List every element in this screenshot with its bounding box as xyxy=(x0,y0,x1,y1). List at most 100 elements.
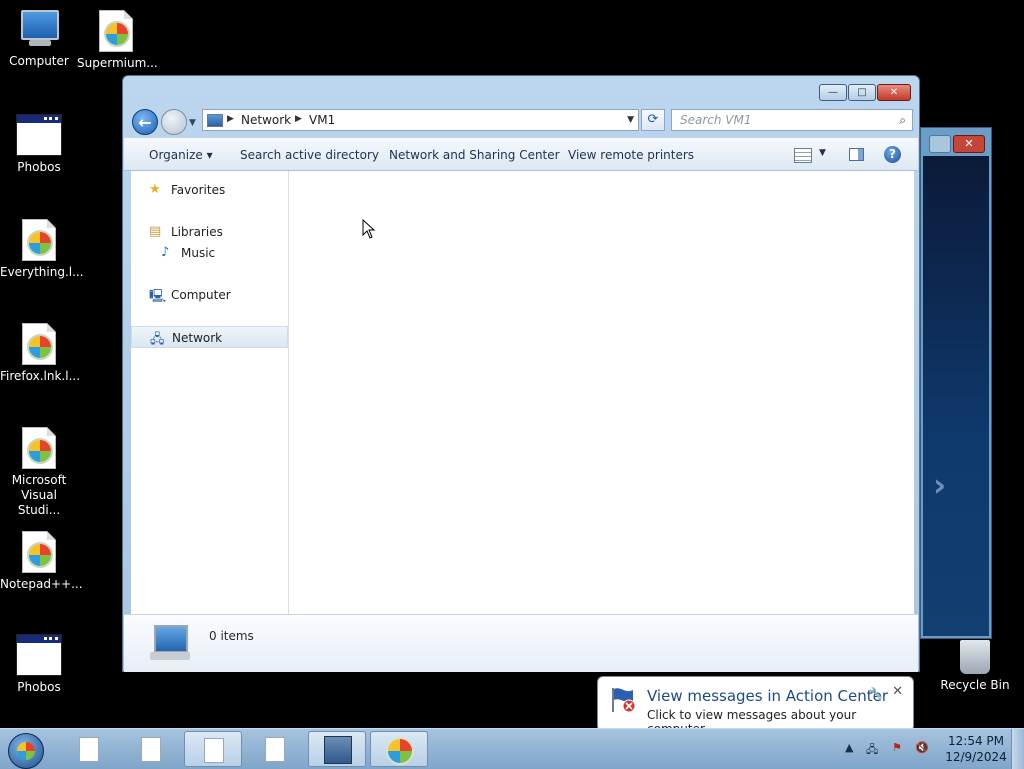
view-remote-printers-button[interactable]: View remote printers xyxy=(568,148,694,162)
file-list-area[interactable] xyxy=(289,171,914,614)
close-icon[interactable]: ✕ xyxy=(892,684,903,699)
taskbar-item-browser[interactable] xyxy=(370,731,428,767)
search-input[interactable]: Search VM1 ⌕ xyxy=(671,109,913,131)
network-icon xyxy=(207,114,223,127)
preview-pane-icon[interactable] xyxy=(849,148,864,161)
maximize-button[interactable]: □ xyxy=(848,84,876,101)
desktop-icon-label: Recycle Bin xyxy=(940,678,1010,692)
close-button[interactable]: ✕ xyxy=(877,84,911,101)
document-icon xyxy=(265,737,285,762)
chevron-right-icon: › xyxy=(933,466,947,504)
action-center-tray-icon[interactable]: ⚑ xyxy=(892,741,902,754)
music-icon: ♪ xyxy=(161,245,170,260)
search-active-directory-button[interactable]: Search active directory xyxy=(240,148,379,162)
nav-item-network[interactable]: 🖧 Network xyxy=(131,326,288,348)
nav-item-label: Network xyxy=(172,331,223,345)
network-icon: 🖧 xyxy=(150,332,165,347)
search-icon[interactable]: ⌕ xyxy=(899,113,906,128)
desktop-icon-label: Phobos xyxy=(17,680,61,694)
computer-icon xyxy=(17,10,61,50)
wrench-icon[interactable]: 🔧 xyxy=(869,687,883,700)
command-bar: Organize ▾ Search active directory Netwo… xyxy=(124,137,918,171)
minimize-button[interactable]: — xyxy=(819,84,847,101)
volume-muted-icon[interactable]: 🔇 xyxy=(915,741,929,754)
recycle-bin-icon xyxy=(960,640,990,674)
application-window-icon xyxy=(16,634,62,676)
background-window[interactable]: ✕ › xyxy=(920,127,992,639)
libraries-icon: ▤ xyxy=(149,224,162,239)
nav-item-libraries[interactable]: ▤ Libraries xyxy=(131,221,288,243)
help-icon[interactable]: ? xyxy=(884,146,901,163)
browser-shortcut-icon xyxy=(22,531,56,573)
document-icon xyxy=(79,737,99,762)
network-sharing-center-button[interactable]: Network and Sharing Center xyxy=(389,148,560,162)
document-icon xyxy=(204,738,224,763)
computer-icon xyxy=(150,625,190,660)
show-hidden-icons-icon[interactable]: ▲ xyxy=(845,741,853,754)
desktop-icon-visual-studio[interactable]: Microsoft Visual Studi... xyxy=(0,427,78,518)
windows-logo-icon xyxy=(8,733,44,769)
desktop-icon-label: Firefox.lnk.l... xyxy=(0,369,81,383)
taskbar-item-document[interactable] xyxy=(60,731,118,767)
navigation-pane: ★ Favorites ▤ Libraries ♪ Music 🖳 Comput… xyxy=(131,171,289,614)
browser-shortcut-icon xyxy=(22,219,56,261)
action-center-notification[interactable]: View messages in Action Center Click to … xyxy=(597,676,914,741)
breadcrumb-vm1[interactable]: VM1 xyxy=(309,113,335,127)
close-button[interactable]: ✕ xyxy=(953,135,985,153)
address-dropdown-icon[interactable]: ▼ xyxy=(627,115,634,125)
desktop-icon-supermium[interactable]: Supermium... xyxy=(77,10,158,71)
search-placeholder: Search VM1 xyxy=(680,113,752,127)
desktop-icon-recycle-bin[interactable]: Recycle Bin xyxy=(936,640,1014,693)
desktop-icon-computer[interactable]: Computer xyxy=(0,10,78,69)
star-icon: ★ xyxy=(149,182,161,197)
explorer-window[interactable]: — □ ✕ ← ▼ ▶ Network ▶ VM1 ▼ ⟳ Search VM1… xyxy=(122,75,920,672)
desktop-icon-firefox[interactable]: Firefox.lnk.l... xyxy=(0,323,81,384)
taskbar-item-document-active[interactable] xyxy=(184,731,242,767)
details-pane: 0 items xyxy=(124,614,918,672)
nav-item-label: Favorites xyxy=(171,183,226,197)
show-desktop-button[interactable] xyxy=(1011,729,1024,769)
system-clock[interactable]: 12:54 PM 12/9/2024 xyxy=(940,733,1012,765)
desktop-icon-label: Notepad++... xyxy=(0,577,83,591)
taskbar: ▲ 🖧 ⚑ 🔇 12:54 PM 12/9/2024 xyxy=(0,728,1024,769)
desktop-icon-label: Supermium... xyxy=(77,56,158,70)
network-tray-icon[interactable]: 🖧 xyxy=(866,741,878,760)
maximize-button[interactable] xyxy=(929,135,951,153)
installer-icon xyxy=(324,736,352,764)
change-view-icon[interactable] xyxy=(794,148,812,163)
notification-title[interactable]: View messages in Action Center xyxy=(647,687,888,705)
desktop-icon-notepadpp[interactable]: Notepad++... xyxy=(0,531,83,592)
forward-button[interactable] xyxy=(161,109,187,135)
recent-pages-dropdown[interactable]: ▼ xyxy=(189,118,196,128)
background-window-content: › xyxy=(923,156,989,636)
desktop-icon-phobos[interactable]: Phobos xyxy=(0,114,78,175)
start-button[interactable] xyxy=(6,731,46,769)
nav-item-music[interactable]: ♪ Music xyxy=(131,242,288,264)
item-count: 0 items xyxy=(209,629,254,643)
taskbar-item-document[interactable] xyxy=(122,731,180,767)
breadcrumb-separator-icon[interactable]: ▶ xyxy=(227,114,234,124)
mouse-cursor-icon xyxy=(362,219,376,239)
organize-button[interactable]: Organize ▾ xyxy=(149,148,213,162)
desktop-icon-phobos-2[interactable]: Phobos xyxy=(0,634,78,695)
desktop-icon-label: Computer xyxy=(9,54,69,68)
action-center-flag-icon xyxy=(612,688,636,713)
desktop-icon-everything[interactable]: Everything.l... xyxy=(0,219,84,280)
nav-item-label: Music xyxy=(181,246,216,260)
taskbar-item-document[interactable] xyxy=(246,731,304,767)
document-icon xyxy=(141,737,161,762)
desktop-icon-label: Microsoft Visual Studi... xyxy=(11,473,67,517)
application-window-icon xyxy=(16,114,62,156)
view-options-dropdown-icon[interactable]: ▼ xyxy=(819,148,826,158)
address-bar[interactable]: ▶ Network ▶ VM1 ▼ xyxy=(202,109,639,131)
desktop-icon-label: Phobos xyxy=(17,160,61,174)
taskbar-item-installer[interactable] xyxy=(308,731,366,767)
refresh-button[interactable]: ⟳ xyxy=(641,109,665,131)
breadcrumb-network[interactable]: Network xyxy=(241,113,291,127)
nav-item-computer[interactable]: 🖳 Computer xyxy=(131,284,288,306)
browser-shortcut-icon xyxy=(22,427,56,469)
breadcrumb-separator-icon[interactable]: ▶ xyxy=(295,114,302,124)
computer-icon: 🖳 xyxy=(149,289,167,304)
back-button[interactable]: ← xyxy=(132,109,158,135)
nav-item-favorites[interactable]: ★ Favorites xyxy=(131,179,288,201)
